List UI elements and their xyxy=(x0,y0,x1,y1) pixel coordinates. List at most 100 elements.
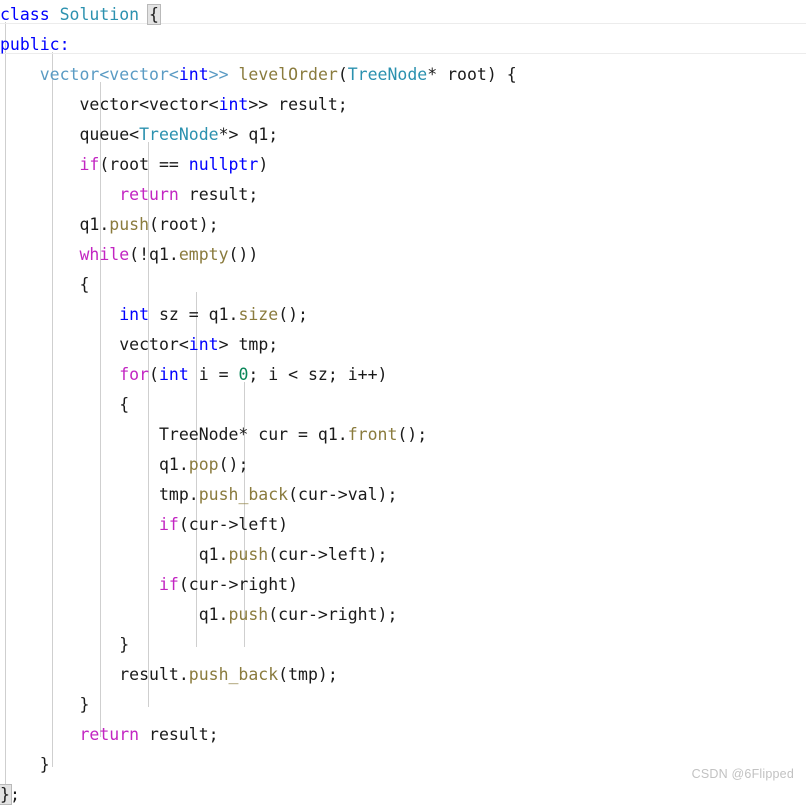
code-line[interactable]: { xyxy=(0,390,806,420)
code-token: Solution xyxy=(59,5,140,24)
code-token: public xyxy=(0,35,60,54)
code-token: TreeNode xyxy=(347,65,428,84)
code-token: if xyxy=(158,575,179,594)
code-token: int xyxy=(119,305,150,324)
code-token: ( xyxy=(337,65,348,84)
code-line-text: queue<TreeNode*> q1; xyxy=(0,120,278,150)
code-token: (root); xyxy=(149,215,219,234)
code-token: { xyxy=(79,275,90,294)
code-line[interactable]: if(cur->right) xyxy=(0,570,806,600)
code-line-text: if(cur->right) xyxy=(0,570,298,600)
code-line[interactable]: } xyxy=(0,690,806,720)
code-token: push xyxy=(109,215,150,234)
code-token: q1. xyxy=(198,545,229,564)
code-line-text: class Solution { xyxy=(0,0,161,30)
code-line[interactable]: vector<vector<int>> levelOrder(TreeNode*… xyxy=(0,60,806,90)
code-editor[interactable]: class Solution {public: vector<vector<in… xyxy=(0,0,806,805)
code-line-text: result.push_back(tmp); xyxy=(0,660,338,690)
code-token: vector xyxy=(109,65,169,84)
code-line[interactable]: if(cur->left) xyxy=(0,510,806,540)
code-token: front xyxy=(347,425,398,444)
code-token: while xyxy=(79,245,130,264)
code-line-text: return result; xyxy=(0,180,258,210)
code-line[interactable]: { xyxy=(0,270,806,300)
code-line[interactable]: for(int i = 0; i < sz; i++) xyxy=(0,360,806,390)
code-token: (!q1. xyxy=(129,245,179,264)
code-line[interactable]: result.push_back(tmp); xyxy=(0,660,806,690)
code-line-text: q1.pop(); xyxy=(0,450,248,480)
code-token: } xyxy=(119,635,130,654)
code-line-text: while(!q1.empty()) xyxy=(0,240,258,270)
code-token: * root) { xyxy=(427,65,517,84)
code-line-text: } xyxy=(0,750,50,780)
code-line[interactable]: if(root == nullptr) xyxy=(0,150,806,180)
code-line[interactable]: return result; xyxy=(0,720,806,750)
code-token: push_back xyxy=(188,665,279,684)
code-line[interactable]: q1.pop(); xyxy=(0,450,806,480)
code-token: } xyxy=(79,695,90,714)
code-token: i = xyxy=(188,365,239,384)
code-line-text: }; xyxy=(0,780,20,810)
code-line[interactable]: return result; xyxy=(0,180,806,210)
code-line[interactable]: queue<TreeNode*> q1; xyxy=(0,120,806,150)
code-line-text: { xyxy=(0,270,89,300)
code-token: >> result; xyxy=(248,95,348,114)
code-token: } xyxy=(39,755,50,774)
code-line[interactable]: q1.push(cur->left); xyxy=(0,540,806,570)
code-token: *> q1; xyxy=(218,125,279,144)
code-line[interactable]: q1.push(root); xyxy=(0,210,806,240)
code-token: 0 xyxy=(238,365,249,384)
code-line[interactable]: vector<int> tmp; xyxy=(0,330,806,360)
code-line[interactable]: }; xyxy=(0,780,806,810)
code-token: int xyxy=(218,95,249,114)
code-token: q1. xyxy=(198,605,229,624)
code-line-text: for(int i = 0; i < sz; i++) xyxy=(0,360,387,390)
code-token: int xyxy=(178,65,209,84)
code-token: < xyxy=(99,65,110,84)
code-token: empty xyxy=(178,245,229,264)
code-token: result; xyxy=(139,725,219,744)
code-token: size xyxy=(238,305,279,324)
code-line[interactable]: while(!q1.empty()) xyxy=(0,240,806,270)
code-line-text: tmp.push_back(cur->val); xyxy=(0,480,397,510)
code-token: q1. xyxy=(158,455,189,474)
code-token: sz = q1. xyxy=(149,305,239,324)
code-line[interactable]: public: xyxy=(0,30,806,60)
code-token: for xyxy=(119,365,150,384)
code-line[interactable]: class Solution { xyxy=(0,0,806,30)
code-line-text: { xyxy=(0,390,129,420)
code-token: (root == xyxy=(99,155,189,174)
code-line[interactable]: int sz = q1.size(); xyxy=(0,300,806,330)
code-line[interactable]: vector<vector<int>> result; xyxy=(0,90,806,120)
code-token: push_back xyxy=(198,485,289,504)
code-token: return xyxy=(79,725,140,744)
code-token: q1. xyxy=(79,215,110,234)
code-line-text: vector<int> tmp; xyxy=(0,330,278,360)
watermark: CSDN @6Flipped xyxy=(691,767,794,781)
code-token: < xyxy=(168,65,179,84)
code-token: push xyxy=(228,545,269,564)
code-token: ; i < sz; i++) xyxy=(248,365,388,384)
code-line[interactable]: tmp.push_back(cur->val); xyxy=(0,480,806,510)
code-token: vector< xyxy=(119,335,189,354)
code-token: vector xyxy=(39,65,100,84)
code-token: (cur->left); xyxy=(268,545,388,564)
code-line[interactable]: TreeNode* cur = q1.front(); xyxy=(0,420,806,450)
code-token: result; xyxy=(178,185,259,204)
code-line[interactable]: } xyxy=(0,750,806,780)
code-line[interactable]: q1.push(cur->right); xyxy=(0,600,806,630)
code-line[interactable]: } xyxy=(0,630,806,660)
code-token: ) xyxy=(258,155,269,174)
